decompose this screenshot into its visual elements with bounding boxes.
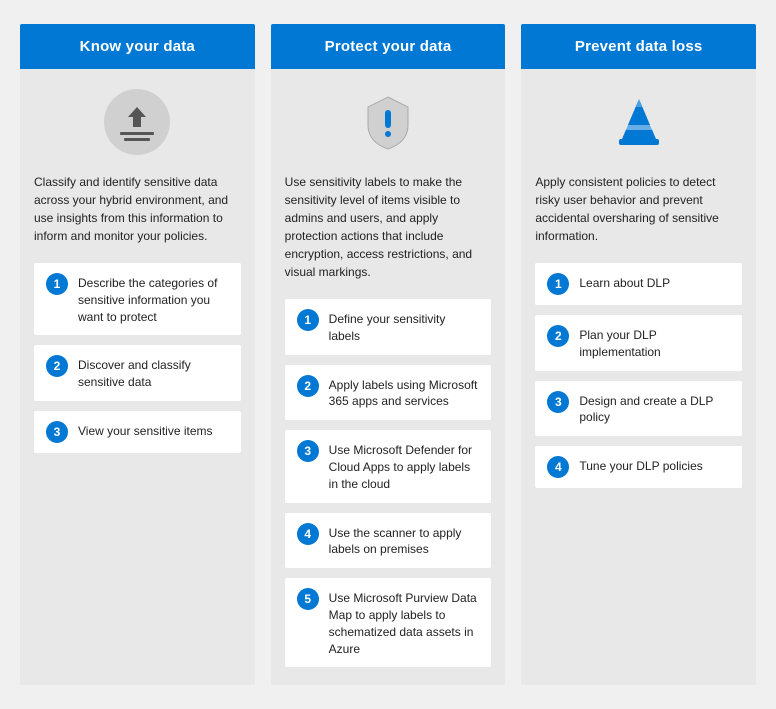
know-your-data-step-3-text: View your sensitive items (78, 421, 213, 440)
protect-your-data-step-3-text: Use Microsoft Defender for Cloud Apps to… (329, 440, 480, 492)
know-your-data-step-2-number: 2 (46, 355, 68, 377)
know-your-data-step-3-number: 3 (46, 421, 68, 443)
know-your-data-step-2[interactable]: 2 Discover and classify sensitive data (34, 345, 241, 401)
know-your-data-icon-area (34, 87, 241, 157)
know-your-data-header: Know your data (20, 24, 255, 69)
know-your-data-step-1[interactable]: 1 Describe the categories of sensitive in… (34, 263, 241, 335)
card-protect-your-data: Protect your data Use sensitivity labels… (271, 24, 506, 685)
card-prevent-data-loss: Prevent data loss Apply consistent polic… (521, 24, 756, 685)
prevent-data-loss-header: Prevent data loss (521, 24, 756, 69)
protect-your-data-step-4[interactable]: 4 Use the scanner to apply labels on prem… (285, 513, 492, 569)
prevent-data-loss-step-3-number: 3 (547, 391, 569, 413)
prevent-data-loss-step-1[interactable]: 1 Learn about DLP (535, 263, 742, 305)
know-your-data-step-1-number: 1 (46, 273, 68, 295)
prevent-data-loss-step-2[interactable]: 2 Plan your DLP implementation (535, 315, 742, 371)
protect-your-data-step-2-text: Apply labels using Microsoft 365 apps an… (329, 375, 480, 411)
protect-your-data-step-5[interactable]: 5 Use Microsoft Purview Data Map to apply… (285, 578, 492, 667)
know-your-data-body: Classify and identify sensitive data acr… (20, 69, 255, 685)
prevent-data-loss-body: Apply consistent policies to detect risk… (521, 69, 756, 685)
protect-your-data-description: Use sensitivity labels to make the sensi… (285, 173, 492, 281)
know-your-data-step-2-text: Discover and classify sensitive data (78, 355, 229, 391)
protect-your-data-step-2-number: 2 (297, 375, 319, 397)
prevent-data-loss-step-2-text: Plan your DLP implementation (579, 325, 730, 361)
know-your-data-icon (102, 87, 172, 157)
protect-your-data-step-1[interactable]: 1 Define your sensitivity labels (285, 299, 492, 355)
protect-your-data-step-1-number: 1 (297, 309, 319, 331)
protect-your-data-icon-area (285, 87, 492, 157)
protect-your-data-step-3-number: 3 (297, 440, 319, 462)
protect-your-data-icon (353, 87, 423, 157)
protect-your-data-step-5-text: Use Microsoft Purview Data Map to apply … (329, 588, 480, 657)
prevent-data-loss-icon (604, 87, 674, 157)
prevent-data-loss-step-2-number: 2 (547, 325, 569, 347)
protect-your-data-step-3[interactable]: 3 Use Microsoft Defender for Cloud Apps t… (285, 430, 492, 502)
protect-your-data-step-4-number: 4 (297, 523, 319, 545)
prevent-data-loss-step-3[interactable]: 3 Design and create a DLP policy (535, 381, 742, 437)
prevent-data-loss-description: Apply consistent policies to detect risk… (535, 173, 742, 245)
prevent-data-loss-step-4-number: 4 (547, 456, 569, 478)
know-your-data-description: Classify and identify sensitive data acr… (34, 173, 241, 245)
protect-your-data-step-4-text: Use the scanner to apply labels on premi… (329, 523, 480, 559)
card-know-your-data: Know your data Classify and identify sen… (20, 24, 255, 685)
prevent-data-loss-step-4-text: Tune your DLP policies (579, 456, 702, 475)
protect-your-data-step-1-text: Define your sensitivity labels (329, 309, 480, 345)
protect-your-data-header: Protect your data (271, 24, 506, 69)
know-your-data-step-1-text: Describe the categories of sensitive inf… (78, 273, 229, 325)
prevent-data-loss-step-3-text: Design and create a DLP policy (579, 391, 730, 427)
prevent-data-loss-step-4[interactable]: 4 Tune your DLP policies (535, 446, 742, 488)
protect-your-data-step-5-number: 5 (297, 588, 319, 610)
prevent-data-loss-step-1-number: 1 (547, 273, 569, 295)
protect-your-data-step-2[interactable]: 2 Apply labels using Microsoft 365 apps a… (285, 365, 492, 421)
prevent-data-loss-icon-area (535, 87, 742, 157)
protect-your-data-body: Use sensitivity labels to make the sensi… (271, 69, 506, 685)
page-container: Know your data Classify and identify sen… (0, 0, 776, 709)
know-your-data-step-3[interactable]: 3 View your sensitive items (34, 411, 241, 453)
prevent-data-loss-step-1-text: Learn about DLP (579, 273, 670, 292)
